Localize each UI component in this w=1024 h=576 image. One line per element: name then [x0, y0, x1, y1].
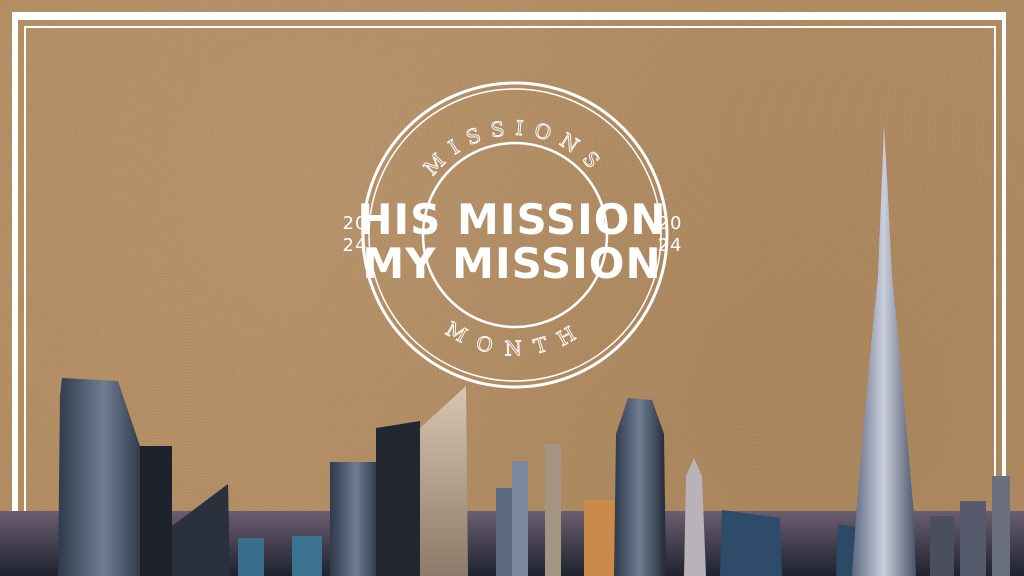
dome-building-2: [292, 536, 322, 576]
tower-right-3: [960, 501, 986, 576]
tower-gold: [584, 500, 616, 576]
tower-right-1: [930, 516, 954, 576]
tower-center-dark: [376, 421, 420, 576]
tower-blue-glass: [720, 510, 782, 576]
tower-tall-center: [614, 398, 666, 576]
dome-building-1: [238, 538, 264, 576]
burj-khalifa: [852, 126, 916, 576]
tower-center-left: [330, 462, 382, 576]
tower-small-3: [545, 444, 561, 576]
tower-left: [58, 378, 150, 576]
tower-left-dark: [140, 446, 172, 576]
tower-right-2: [992, 476, 1010, 576]
city-skyline-image: [0, 126, 1024, 576]
missions-month-graphic: MISSIONS MONTH HIS MISSION MY MISSION 20…: [0, 0, 1024, 576]
tower-left-slant: [172, 484, 230, 576]
tower-center-light: [420, 386, 468, 576]
tower-small-1: [496, 488, 514, 576]
tower-small-2: [512, 461, 528, 576]
tower-spire: [684, 458, 706, 576]
